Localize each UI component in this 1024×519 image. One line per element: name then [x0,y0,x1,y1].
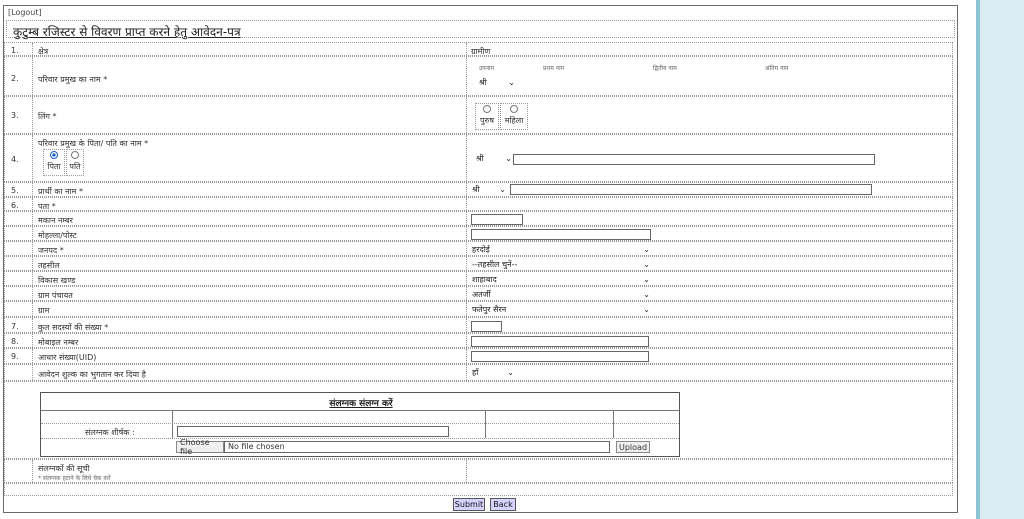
applicant-prefix-select[interactable]: श्री ⌄ [470,184,508,195]
block-label: विकास खण्ड [38,276,76,285]
father-option[interactable]: पिता [43,149,65,176]
row-mobile: 8. मोबाइल नम्बर [4,333,953,348]
row-tehsil: तहसील --तहसील चुनें-- ⌄ [4,256,953,271]
house-input[interactable] [471,214,523,225]
fee-label: आवेदन शुल्क का भुगतान कर दिया है [38,370,146,379]
radio-husband[interactable] [71,151,79,159]
attachment-title: संलग्नक संलग्न करें [329,399,393,409]
title-row: कुटुम्ब रजिस्टर से विवरण प्राप्त करने हे… [6,20,955,39]
row-area: 1. क्षेत्र ग्रामीण [4,42,953,56]
chevron-down-icon: ⌄ [643,290,650,299]
chevron-down-icon: ⌄ [643,245,650,254]
row-num: 6. [11,201,19,210]
chevron-down-icon: ⌄ [643,260,650,269]
row-village: ग्राम फतेपुर सैरन ⌄ [4,301,953,317]
row-num: 9. [11,352,19,361]
members-label: कुल सदस्यों की संख्या * [38,323,109,332]
row-address: 6. पता * [4,197,953,211]
row-father-husband: 4. परिवार प्रमुख के पिता/ पति का नाम * प… [4,134,953,182]
row-attachment-list: संलग्नकों की सूची * संलग्नक हटाने के लिय… [4,459,953,483]
chevron-down-icon: ⌄ [507,368,514,377]
radio-father[interactable] [50,151,58,159]
window-edge-inner [980,0,1024,519]
aadhaar-input[interactable] [471,351,649,362]
row-head-name: 2. परिवार प्रमुख का नाम * उपनाम प्रथम ना… [4,56,953,96]
attachment-list-note: * संलग्नक हटाने के लिये चेक करें [38,475,111,482]
chevron-down-icon: ⌄ [643,275,650,284]
radio-female[interactable] [510,105,518,113]
head-prefix-value: श्री [479,78,487,87]
fee-select[interactable]: हाँ ⌄ [470,367,516,378]
row-members: 7. कुल सदस्यों की संख्या * [4,317,953,333]
mobile-input[interactable] [471,336,649,347]
row-gender: 3. लिंग * पुरुष महिला [4,96,953,134]
gender-male-option[interactable]: पुरुष [475,103,499,130]
village-select[interactable]: फतेपुर सैरन ⌄ [470,304,652,315]
row-block: विकास खण्ड शाहाबाद ⌄ [4,271,953,286]
row-num: 3. [11,111,19,120]
mohalla-input[interactable] [471,229,651,240]
row-num: 1. [11,46,19,55]
firstname-caption: प्रथम नाम [543,65,565,72]
father-prefix-select[interactable]: श्री ⌄ [474,153,514,164]
block-select[interactable]: शाहाबाद ⌄ [470,274,652,285]
head-name-label: परिवार प्रमुख का नाम * [38,75,108,84]
father-name-input[interactable] [513,154,875,165]
row-num: 7. [11,322,19,331]
back-button[interactable]: Back [490,498,516,511]
aadhaar-label: आधार संख्या(UID) [38,353,97,362]
row-num: 2. [11,74,19,83]
chevron-down-icon: ⌄ [499,185,506,194]
choose-file-button[interactable]: Choose file [176,438,224,456]
father-husband-label: परिवार प्रमुख के पिता/ पति का नाम * [38,139,149,148]
attachment-list-title: संलग्नकों की सूची [38,464,90,473]
district-label: जनपद * [38,246,64,255]
applicant-name-input[interactable] [510,184,872,195]
row-fee: आवेदन शुल्क का भुगतान कर दिया है हाँ ⌄ [4,364,953,381]
attachment-box: संलग्नक संलग्न करें संलग्नक शीर्षक : Cho… [40,392,680,457]
row-mohalla: मोहल्ला/पोस्ट [4,226,953,241]
row-aadhaar: 9. आधार संख्या(UID) [4,348,953,364]
gender-female-option[interactable]: महिला [500,103,528,130]
house-label: मकान नम्बर [38,216,73,225]
chevron-down-icon: ⌄ [508,78,515,87]
tehsil-label: तहसील [38,261,60,270]
surname-caption: उपनाम [479,65,495,72]
logout-link[interactable]: [Logout] [8,8,42,17]
caption-input[interactable] [177,426,449,437]
upload-button[interactable]: Upload [616,441,650,453]
applicant-label: प्रार्थी का नाम * [38,187,83,196]
row-num: 4. [11,155,19,164]
row-district: जनपद * हरदोई ⌄ [4,241,953,256]
lastname-caption: अंतिम नाम [765,65,789,72]
tehsil-select[interactable]: --तहसील चुनें-- ⌄ [470,259,652,270]
row-applicant: 5. प्रार्थी का नाम * श्री ⌄ [4,182,953,197]
radio-male[interactable] [483,105,491,113]
row-num: 8. [11,337,19,346]
middlename-caption: द्वितीय नाम [653,65,677,72]
district-select[interactable]: हरदोई ⌄ [470,244,652,255]
panchayat-label: ग्राम पंचायत [38,291,73,300]
row-panchayat: ग्राम पंचायत अतर्जी ⌄ [4,286,953,301]
gender-label: लिंग * [38,112,57,121]
chevron-down-icon: ⌄ [643,305,650,314]
panchayat-select[interactable]: अतर्जी ⌄ [470,289,652,300]
members-input[interactable] [471,321,502,332]
mobile-label: मोबाइल नम्बर [38,338,79,347]
chevron-down-icon: ⌄ [505,154,512,163]
form-frame: [Logout] कुटुम्ब रजिस्टर से विवरण प्राप्… [3,5,958,513]
husband-option[interactable]: पति [66,149,84,176]
head-prefix-select[interactable]: श्री ⌄ [477,77,517,88]
mohalla-label: मोहल्ला/पोस्ट [38,231,77,240]
row-house: मकान नम्बर [4,211,953,226]
caption-label: संलग्नक शीर्षक : [85,428,135,437]
village-label: ग्राम [38,306,50,315]
page-title: कुटुम्ब रजिस्टर से विवरण प्राप्त करने हे… [13,25,241,39]
file-status: No file chosen [224,441,610,453]
submit-button[interactable]: Submit [453,498,485,511]
row-spacer [4,483,953,496]
row-num: 5. [11,186,19,195]
